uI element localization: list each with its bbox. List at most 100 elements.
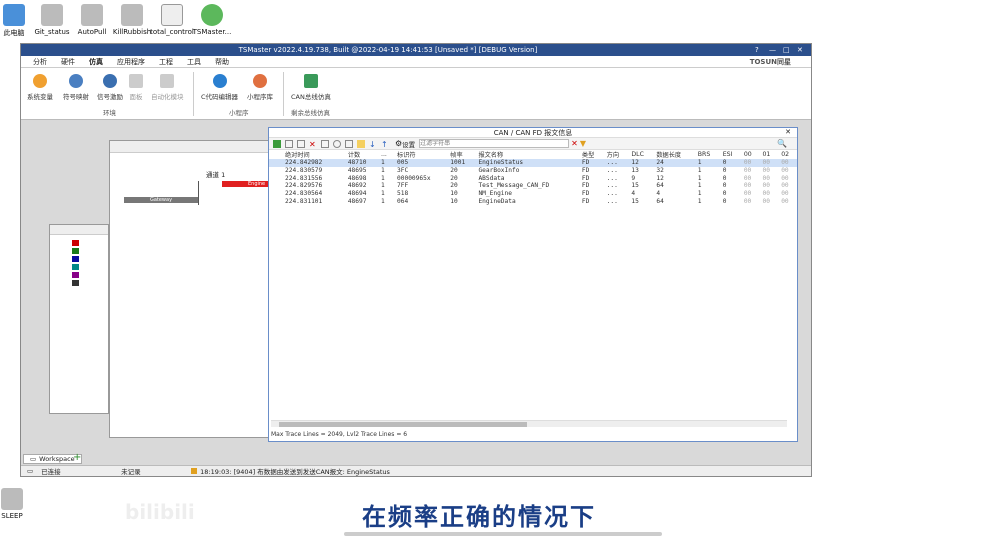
clock-icon[interactable] — [333, 139, 341, 148]
menu-simulation[interactable]: 仿真 — [89, 57, 103, 67]
record-status: 未记录 — [121, 468, 141, 476]
col-direction[interactable]: 方向 — [604, 150, 629, 159]
system-variables-button[interactable]: 系统变量 — [27, 74, 53, 101]
signal-row[interactable] — [62, 280, 96, 286]
can-bus-simulation-button[interactable]: CAN总线仿真 — [291, 74, 331, 101]
table-cell: 48692 — [347, 182, 367, 190]
automation-module-button[interactable]: 自动化模块 — [151, 74, 184, 101]
desktop-icon-git-status[interactable]: Git_status — [30, 4, 74, 36]
minimize-button[interactable]: — — [769, 46, 783, 54]
desktop-icon-autopull[interactable]: AutoPull — [70, 4, 114, 36]
status-monitor-icon: ▭ — [27, 467, 34, 475]
horizontal-scrollbar[interactable] — [271, 420, 787, 427]
table-cell: 1 — [697, 159, 702, 167]
table-row[interactable]: 224.831556 48698 1 00000965x 20 ABSdata FD... 9… — [269, 174, 797, 182]
table-cell: 224.831556 — [285, 174, 323, 182]
col-dlc[interactable]: DLC — [628, 150, 653, 159]
table-cell: 20 — [450, 174, 458, 182]
signal-row[interactable] — [62, 248, 96, 254]
desktop-icon-total-control[interactable]: total_control — [150, 4, 194, 36]
menu-hardware[interactable]: 硬件 — [61, 57, 75, 67]
symbol-mapping-button[interactable]: 符号映射 — [63, 74, 89, 101]
col-frame-rate[interactable]: 帧率 — [447, 150, 475, 159]
col-esi[interactable]: ESI — [720, 150, 741, 159]
col-byte-00[interactable]: 00 — [741, 150, 760, 159]
menu-project[interactable]: 工程 — [159, 57, 173, 67]
table-cell: 1 — [381, 197, 385, 205]
c-code-editor-button[interactable]: C代码编辑器 — [201, 74, 238, 101]
clear-filter-icon[interactable]: ✕ — [571, 139, 578, 148]
add-tab-button[interactable]: + — [73, 452, 81, 463]
close-button[interactable]: ✕ — [797, 46, 811, 54]
mini-program-library-button[interactable]: 小程序库 — [247, 74, 273, 101]
search-icon[interactable]: 🔍 — [777, 139, 787, 148]
panel-button[interactable]: 面板 — [129, 74, 143, 101]
menu-tools[interactable]: 工具 — [187, 57, 201, 67]
table-cell: 00 — [781, 159, 789, 167]
engine-node[interactable]: Engine — [222, 181, 270, 187]
maximize-button[interactable]: □ — [783, 46, 797, 54]
table-cell: 20 — [450, 182, 458, 190]
paste-icon[interactable] — [297, 139, 305, 148]
col-byte-02[interactable]: 02 — [778, 150, 797, 159]
filter-input[interactable] — [419, 139, 570, 148]
col-ellipsis[interactable]: ... — [378, 150, 394, 159]
signal-row[interactable] — [62, 256, 96, 262]
delete-icon[interactable]: ✕ — [309, 140, 317, 149]
library-icon — [253, 74, 267, 88]
help-icon[interactable]: ? — [755, 46, 769, 54]
arrow-down-icon[interactable]: ↓ — [369, 140, 377, 149]
col-timestamp[interactable]: 绝对时间 — [269, 150, 345, 159]
table-cell: 00 — [781, 197, 789, 205]
arrow-up-icon[interactable]: ↑ — [381, 140, 389, 149]
desktop-icon-killrubbish[interactable]: KillRubbish — [110, 4, 154, 36]
menu-application[interactable]: 应用程序 — [117, 57, 145, 67]
menu-analysis[interactable]: 分析 — [33, 57, 47, 67]
signal-row[interactable] — [62, 240, 96, 246]
desktop-icon-sleep[interactable]: SLEEP — [0, 488, 34, 520]
settings-gear-icon[interactable]: ⚙ — [395, 139, 402, 148]
table-cell: 224.842982 — [285, 159, 323, 167]
highlight-icon[interactable] — [357, 139, 365, 148]
signal-row[interactable] — [62, 264, 96, 270]
progress-bar[interactable] — [344, 532, 662, 536]
col-brs[interactable]: BRS — [695, 150, 720, 159]
table-row[interactable]: 224.842982 48710 1 005 1001 EngineStatus FD...… — [269, 159, 797, 167]
table-row[interactable]: 224.830564 48694 1 518 10 NM_Engine FD... 4 4 1 0 0… — [269, 190, 797, 198]
table-cell: 1 — [697, 190, 702, 198]
signal-list-panel — [49, 224, 109, 414]
col-type[interactable]: 类型 — [579, 150, 604, 159]
table-cell: 48697 — [347, 197, 367, 205]
dialog-close-button[interactable]: ✕ — [785, 128, 791, 136]
table-row[interactable]: 224.830579 48695 1 3FC 20 GearBoxInfo FD... 13 3… — [269, 167, 797, 175]
desktop-icon-tsmaster[interactable]: TSMaster... — [190, 4, 234, 36]
start-icon[interactable] — [273, 139, 281, 148]
signal-row[interactable] — [62, 272, 96, 278]
table-cell: 0 — [722, 167, 727, 175]
table-cell: FD — [581, 159, 590, 167]
menu-help[interactable]: 帮助 — [215, 57, 229, 67]
gateway-node[interactable]: Gateway — [124, 197, 198, 203]
col-message-name[interactable]: 报文名称 — [475, 150, 578, 159]
col-data-length[interactable]: 数据长度 — [653, 150, 694, 159]
can-sim-icon — [303, 74, 318, 88]
dialog-title: CAN / CAN FD 报文信息 — [493, 129, 573, 137]
table-row[interactable]: 224.829576 48692 1 7FF 20 Test_Message_CAN_FD… — [269, 182, 797, 190]
col-identifier[interactable]: 标识符 — [394, 150, 447, 159]
file-icon — [161, 4, 183, 26]
title-bar: TSMaster v2022.4.19.738, Built @2022-04-… — [21, 44, 811, 56]
col-count[interactable]: 计数 — [345, 150, 378, 159]
signal-stimulus-button[interactable]: 信号激励 — [97, 74, 123, 101]
col-byte-01[interactable]: 01 — [760, 150, 779, 159]
monitor-icon: ▭ — [30, 455, 37, 463]
list-icon[interactable] — [345, 139, 353, 148]
settings-button[interactable]: 设置 — [402, 139, 415, 149]
scrollbar-thumb[interactable] — [279, 422, 527, 427]
table-row[interactable]: 224.831101 48697 1 064 10 EngineData FD... 15 64… — [269, 197, 797, 205]
filter-funnel-icon[interactable]: ▼ — [580, 139, 586, 148]
mapping-icon — [69, 74, 83, 88]
grid-icon[interactable] — [321, 139, 329, 148]
table-cell: ... — [606, 167, 618, 175]
copy-icon[interactable] — [285, 139, 293, 148]
table-cell: 64 — [656, 182, 664, 190]
